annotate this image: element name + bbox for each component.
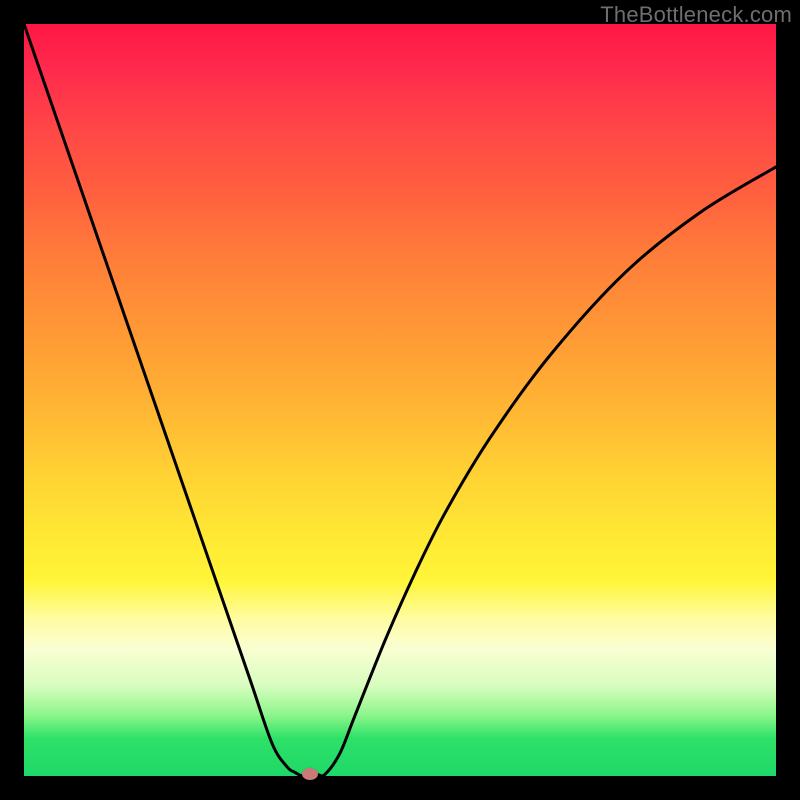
optimal-point-marker [302,768,318,780]
chart-plot-area [24,24,776,776]
bottleneck-curve-path [24,24,776,776]
bottleneck-curve-svg [24,24,776,776]
watermark-label: TheBottleneck.com [600,2,792,28]
